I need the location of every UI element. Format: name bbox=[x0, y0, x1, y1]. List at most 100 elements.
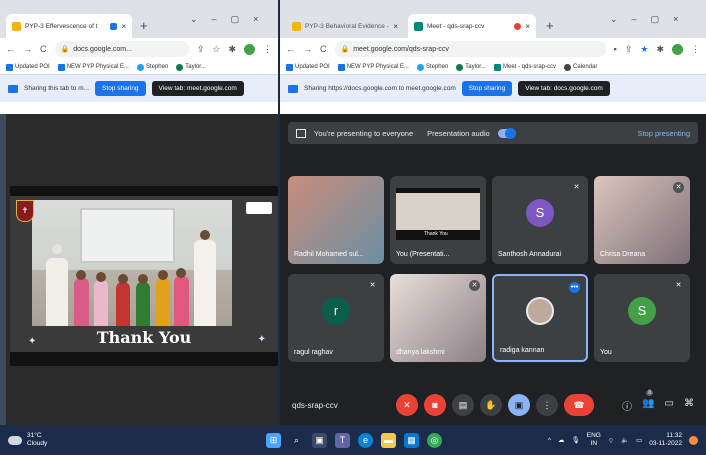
share-icon[interactable]: ⇪ bbox=[197, 44, 205, 55]
tab-search-icon[interactable]: ⌄ bbox=[190, 14, 198, 25]
camera-icon[interactable]: ▪ bbox=[614, 44, 617, 54]
minimize-button[interactable]: – bbox=[212, 14, 217, 25]
participant-tile-presentation[interactable]: Thank You You (Presentati... bbox=[390, 176, 486, 264]
close-tab-icon[interactable]: × bbox=[525, 22, 530, 31]
extensions-icon[interactable]: ✱ bbox=[228, 44, 236, 55]
lock-icon: 🔒 bbox=[340, 46, 350, 53]
notification-icon[interactable] bbox=[689, 435, 698, 445]
new-tab-button[interactable]: + bbox=[546, 18, 554, 33]
bookmarks-bar: Updated POI NEW PYP Physical E... Stephe… bbox=[280, 60, 706, 74]
omnibox[interactable]: 🔒 docs.google.com... bbox=[54, 41, 189, 57]
bookmark-pyp-physical[interactable]: NEW PYP Physical E... bbox=[337, 63, 409, 71]
bookmark-stephen[interactable]: Stephen bbox=[136, 63, 168, 71]
meet-control-bar: qds-srap-ccv ✕ ◙ ▤ ✋ ▣ ⋮ ☎ ⓘ 👥 8 ▭ ⌘ bbox=[280, 385, 706, 425]
volume-icon[interactable]: 🔈 bbox=[621, 436, 629, 444]
bookmark-updated-poi[interactable]: Updated POI bbox=[6, 63, 50, 71]
participant-tile[interactable]: Radhil Mohamed sul... bbox=[288, 176, 384, 264]
menu-icon[interactable]: ⋮ bbox=[263, 44, 272, 55]
maximize-button[interactable]: ▢ bbox=[651, 14, 660, 25]
close-window-button[interactable]: × bbox=[253, 14, 258, 25]
participant-tile[interactable]: ✕ Chrisa Dreana bbox=[594, 176, 690, 264]
bookmark-taylor[interactable]: Taylor... bbox=[176, 63, 206, 71]
close-tab-icon[interactable]: × bbox=[393, 22, 398, 31]
search-icon[interactable]: ⌕ bbox=[289, 433, 304, 448]
leave-call-button[interactable]: ☎ bbox=[564, 394, 594, 416]
back-icon[interactable]: ← bbox=[286, 44, 295, 54]
reload-icon[interactable]: C bbox=[320, 44, 327, 54]
bookmark-calendar[interactable]: Calendar bbox=[564, 63, 597, 71]
camera-off-button[interactable]: ◙ bbox=[424, 394, 446, 416]
tab-behavioral-evidence[interactable]: PYP-3 Behavioral Evidence - Goo × bbox=[286, 14, 404, 38]
battery-icon[interactable]: ▭ bbox=[636, 436, 642, 444]
maximize-button[interactable]: ▢ bbox=[231, 14, 240, 25]
participant-tile-speaking[interactable]: ••• radiga kannan bbox=[492, 274, 588, 362]
bookmark-updated-poi[interactable]: Updated POI bbox=[286, 63, 330, 71]
mic-icon[interactable]: 🎙 bbox=[571, 436, 579, 444]
desktop: PYP-3 Effervescence of t × + ⌄ – ▢ × ← →… bbox=[0, 0, 706, 455]
stop-sharing-button[interactable]: Stop sharing bbox=[461, 81, 513, 96]
show-hidden-icons[interactable]: ^ bbox=[548, 437, 551, 444]
avatar bbox=[526, 297, 554, 326]
raise-hand-button[interactable]: ✋ bbox=[480, 394, 502, 416]
mic-off-icon: ✕ bbox=[673, 280, 684, 291]
close-window-button[interactable]: × bbox=[673, 14, 678, 25]
chrome-icon[interactable]: ◎ bbox=[427, 432, 442, 448]
tab-effervescence[interactable]: PYP-3 Effervescence of t × bbox=[6, 14, 132, 38]
task-view-icon[interactable]: ▣ bbox=[312, 432, 327, 448]
tab-title: PYP-3 Behavioral Evidence - Goo bbox=[305, 22, 389, 30]
tab-search-icon[interactable]: ⌄ bbox=[610, 14, 618, 25]
avatar: r bbox=[322, 296, 350, 325]
start-icon[interactable]: ⊞ bbox=[266, 432, 281, 448]
participant-tile[interactable]: ✕ dhanya lakshmi bbox=[390, 274, 486, 362]
view-tab-button[interactable]: View tab: docs.google.com bbox=[518, 81, 610, 96]
back-icon[interactable]: ← bbox=[6, 44, 15, 54]
share-icon[interactable]: ⇪ bbox=[625, 44, 633, 55]
view-tab-button[interactable]: View tab: meet.google.com bbox=[151, 81, 244, 96]
language-indicator[interactable]: ENG IN bbox=[587, 432, 601, 448]
profile-avatar[interactable] bbox=[672, 43, 683, 55]
bookmark-star-icon[interactable]: ☆ bbox=[212, 44, 220, 55]
omnibox[interactable]: 🔒 meet.google.com/qds-srap-ccv bbox=[334, 41, 606, 57]
teams-icon[interactable]: T bbox=[335, 432, 350, 448]
bookmark-taylor[interactable]: Taylor... bbox=[456, 63, 486, 71]
profile-avatar[interactable] bbox=[244, 43, 255, 55]
info-icon[interactable]: ⓘ bbox=[622, 398, 632, 413]
chat-icon[interactable]: ▭ bbox=[665, 398, 674, 413]
participant-tile[interactable]: ✕ S Santhosh Annadurai bbox=[492, 176, 588, 264]
more-options-button[interactable]: ⋮ bbox=[536, 394, 558, 416]
minimize-button[interactable]: – bbox=[632, 14, 637, 25]
bookmark-meet[interactable]: Meet - qds-srap-ccv bbox=[493, 63, 556, 71]
close-tab-icon[interactable]: × bbox=[121, 22, 126, 31]
bookmark-pyp-physical[interactable]: NEW PYP Physical E... bbox=[57, 63, 129, 71]
reload-icon[interactable]: C bbox=[40, 44, 47, 54]
clock[interactable]: 11:32 03-11-2022 bbox=[649, 432, 682, 448]
participant-tile[interactable]: ✕ r ragul raghav bbox=[288, 274, 384, 362]
onedrive-icon[interactable]: ☁ bbox=[558, 436, 565, 444]
store-icon[interactable]: ▦ bbox=[404, 432, 419, 448]
mic-off-button[interactable]: ✕ bbox=[396, 394, 418, 416]
activities-icon[interactable]: ⌘ bbox=[684, 398, 694, 413]
right-browser-window: PYP-3 Behavioral Evidence - Goo × Meet -… bbox=[280, 0, 706, 425]
extensions-icon[interactable]: ✱ bbox=[656, 44, 664, 55]
file-explorer-icon[interactable]: ▬ bbox=[381, 432, 396, 448]
stop-presenting-button[interactable]: Stop presenting bbox=[637, 129, 690, 138]
tab-meet[interactable]: Meet - qds-srap-ccv × bbox=[408, 14, 536, 38]
wifi-icon[interactable]: ⌔ bbox=[608, 436, 614, 445]
tab-strip: PYP-3 Effervescence of t × + ⌄ – ▢ × bbox=[0, 0, 278, 38]
stop-sharing-button[interactable]: Stop sharing bbox=[95, 81, 146, 96]
present-button[interactable]: ▣ bbox=[508, 394, 530, 416]
new-tab-button[interactable]: + bbox=[140, 18, 148, 33]
forward-icon[interactable]: → bbox=[303, 44, 312, 54]
presentation-audio-toggle[interactable] bbox=[497, 127, 516, 139]
bookmark-star-icon[interactable]: ★ bbox=[640, 44, 648, 55]
bookmark-stephen[interactable]: Stephen bbox=[416, 63, 448, 71]
forward-icon[interactable]: → bbox=[23, 44, 32, 54]
captions-button[interactable]: ▤ bbox=[452, 394, 474, 416]
presentation-audio-label: Presentation audio bbox=[427, 128, 490, 138]
weather-widget[interactable]: 31°C Cloudy bbox=[8, 432, 118, 448]
people-icon[interactable]: 👥 8 bbox=[642, 389, 655, 413]
menu-icon[interactable]: ⋮ bbox=[691, 44, 700, 55]
lock-icon: 🔒 bbox=[60, 46, 70, 53]
edge-icon[interactable]: e bbox=[358, 432, 373, 448]
participant-tile-self[interactable]: ✕ S You bbox=[594, 274, 690, 362]
